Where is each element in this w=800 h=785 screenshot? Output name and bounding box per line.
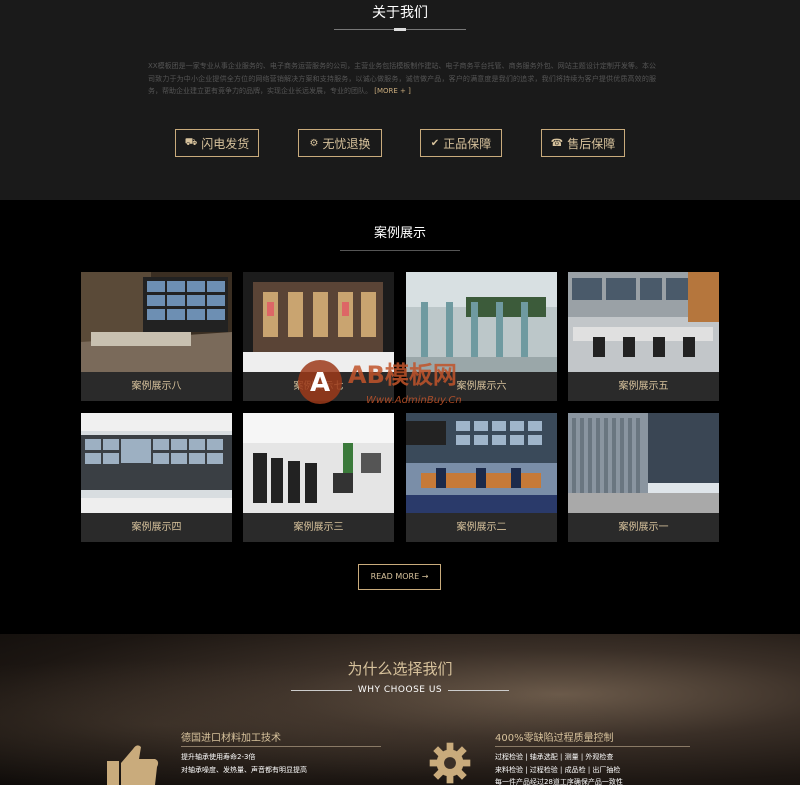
cases-readmore-button[interactable]: READ MORE → [358, 564, 441, 590]
cases-title: 案例展示 [373, 226, 426, 241]
cases-title-divider [340, 250, 460, 251]
case-card-6[interactable]: 案例展示六 [406, 272, 557, 401]
case-image [81, 272, 232, 372]
case-image [568, 413, 719, 513]
gear-icon [424, 741, 476, 785]
why-section: 为什么选择我们 WHY CHOOSE US 德国进口材料加工技术 提升轴承使用寿… [0, 634, 800, 785]
divider [291, 689, 352, 691]
about-title: 关于我们 [372, 5, 428, 21]
left-heading: 德国进口材料加工技术 [181, 733, 281, 744]
gears-icon: ⚙ [309, 137, 319, 149]
case-card-2[interactable]: 案例展示二 [406, 413, 557, 542]
case-image [406, 413, 557, 513]
about-section: 关于我们 XX模板团是一家专业从事企业服务的、电子商务运营服务的公司，主营业务包… [0, 0, 800, 200]
case-card-4[interactable]: 案例展示四 [81, 413, 232, 542]
thumbs-up-icon [105, 741, 160, 785]
case-caption: 案例展示七 [293, 381, 344, 392]
divider [448, 689, 509, 691]
case-card-1[interactable]: 案例展示一 [568, 413, 719, 542]
left-text: 提升轴承使用寿命2-3倍 对轴承噪度、发热量、声音都有明显提高 [181, 751, 307, 776]
case-image [568, 272, 719, 372]
feature-label: 售后保障 [567, 136, 616, 151]
feature-label: 无忧退换 [322, 136, 371, 151]
why-subtitle-text: WHY CHOOSE US [357, 685, 443, 695]
feature-returns-button[interactable]: ⚙ 无忧退换 [298, 129, 382, 157]
case-image [243, 272, 394, 372]
feature-list: ⛟ 闪电发货 ⚙ 无忧退换 ✔ 正品保障 ☎ 售后保障 [175, 129, 625, 157]
feature-aftersales-button[interactable]: ☎ 售后保障 [541, 129, 625, 157]
left-line: 提升轴承使用寿命2-3倍 [181, 753, 256, 761]
left-line: 对轴承噪度、发热量、声音都有明显提高 [181, 765, 307, 774]
check-circle-icon: ✔ [430, 137, 440, 149]
right-line: 来料检验 | 过程检验 | 成品检 | 出厂抽检 [495, 765, 621, 774]
feature-label: 闪电发货 [201, 136, 250, 151]
right-heading: 400%零缺陷过程质量控制 [495, 733, 614, 744]
case-image [406, 272, 557, 372]
why-subtitle: WHY CHOOSE US [291, 683, 509, 697]
cases-section: 案例展示 案例展示八 案例展示七 案例展示六 案例展示五 案例展示四 案例展示三… [0, 200, 800, 634]
right-line: 每一件产品经过28道工序确保产品一致性 [495, 778, 623, 785]
right-line: 过程检验 | 轴承选配 | 测量 | 外观检查 [495, 753, 614, 761]
case-caption: 案例展示二 [456, 522, 507, 533]
about-title-divider [334, 28, 466, 31]
case-card-5[interactable]: 案例展示五 [568, 272, 719, 401]
case-card-8[interactable]: 案例展示八 [81, 272, 232, 401]
case-caption: 案例展示一 [618, 522, 669, 533]
feature-fast-delivery-button[interactable]: ⛟ 闪电发货 [175, 129, 259, 157]
right-text: 过程检验 | 轴承选配 | 测量 | 外观检查 来料检验 | 过程检验 | 成品… [495, 751, 623, 785]
case-card-3[interactable]: 案例展示三 [243, 413, 394, 542]
feature-authentic-button[interactable]: ✔ 正品保障 [420, 129, 502, 157]
case-caption: 案例展示六 [456, 381, 507, 392]
divider [181, 746, 381, 747]
service-icon: ☎ [550, 137, 564, 149]
about-more-link[interactable]: [MORE + ] [374, 87, 411, 95]
case-image [243, 413, 394, 513]
case-caption: 案例展示四 [131, 522, 182, 533]
why-title: 为什么选择我们 [347, 660, 453, 678]
case-caption: 案例展示三 [293, 522, 344, 533]
case-card-7[interactable]: 案例展示七 [243, 272, 394, 401]
feature-label: 正品保障 [443, 136, 492, 151]
divider [495, 746, 690, 747]
case-image [81, 413, 232, 513]
about-description: XX模板团是一家专业从事企业服务的、电子商务运营服务的公司，主营业务包括模板制作… [148, 60, 656, 98]
case-caption: 案例展示五 [618, 381, 669, 392]
truck-icon: ⛟ [184, 136, 198, 148]
case-caption: 案例展示八 [131, 381, 182, 392]
